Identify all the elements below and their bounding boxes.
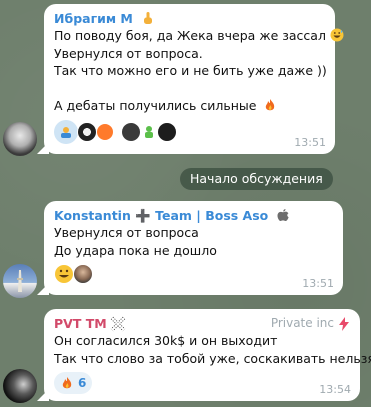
message-time: 13:54 [319, 383, 351, 396]
lightning-icon [339, 316, 349, 331]
message-line: Так что можно его и не бить уже даже )) [54, 63, 327, 78]
avatar-3[interactable] [96, 122, 114, 141]
x-logo-icon [110, 316, 125, 331]
reaction-count: 6 [78, 376, 87, 390]
sender-name[interactable]: Konstantin ➕ Team | Boss Aso [54, 207, 333, 224]
flexing-emoji-icon [61, 126, 71, 138]
avatar-6[interactable] [157, 121, 177, 142]
discussion-start-label: Начало обсуждения [180, 168, 333, 190]
grin-sweat-emoji [330, 28, 344, 42]
avatar-5[interactable] [140, 122, 158, 141]
reaction-avatars[interactable] [54, 264, 333, 284]
avatar-grin[interactable] [54, 264, 74, 284]
sender-avatar[interactable] [3, 369, 37, 403]
admin-title: Private inc [270, 316, 334, 330]
apple-icon [277, 209, 289, 221]
sender-name[interactable]: Ибрагим М [54, 10, 325, 27]
message-line: До удара пока не дошло [54, 242, 217, 258]
message-time: 13:51 [294, 136, 326, 149]
avatar-face[interactable] [73, 264, 93, 284]
reaction-bar[interactable]: 6 [54, 372, 350, 394]
avatar-4[interactable] [121, 121, 141, 142]
message-line: По поводу боя, да Жека вчера же зассал [54, 27, 344, 45]
fire-emoji [266, 99, 275, 111]
message-line: Он согласился 30k$ и он выходит [54, 333, 278, 348]
message-line: А дебаты получились сильные [54, 97, 325, 115]
grin-emoji [55, 265, 73, 283]
avatar-1[interactable] [54, 119, 78, 144]
reaction-avatars[interactable] [54, 119, 325, 144]
pointing-up-emoji [144, 12, 153, 24]
message-bubble[interactable]: Konstantin ➕ Team | Boss Aso Увернулся о… [44, 201, 343, 295]
avatar-2[interactable] [77, 121, 97, 142]
message-line: Так что слово за тобой уже, соскакивать … [54, 350, 371, 366]
message-bubble[interactable]: Ибрагим М По поводу боя, да Жека вчера ж… [44, 4, 344, 154]
tower-icon [17, 270, 23, 292]
sender-avatar[interactable] [3, 264, 37, 298]
fire-emoji [62, 377, 72, 389]
sender-name[interactable]: PVT TM Private inc [54, 315, 350, 332]
green-figure-icon [145, 125, 153, 138]
message-line: Увернулся от вопроса [54, 225, 199, 240]
fire-reaction-button[interactable]: 6 [54, 372, 93, 394]
sender-avatar[interactable] [3, 122, 37, 156]
message-bubble[interactable]: PVT TM Private inc Он согласился 30k$ и … [44, 309, 371, 401]
message-time: 13:51 [302, 277, 334, 290]
message-line: Увернулся от вопроса. [54, 45, 203, 61]
